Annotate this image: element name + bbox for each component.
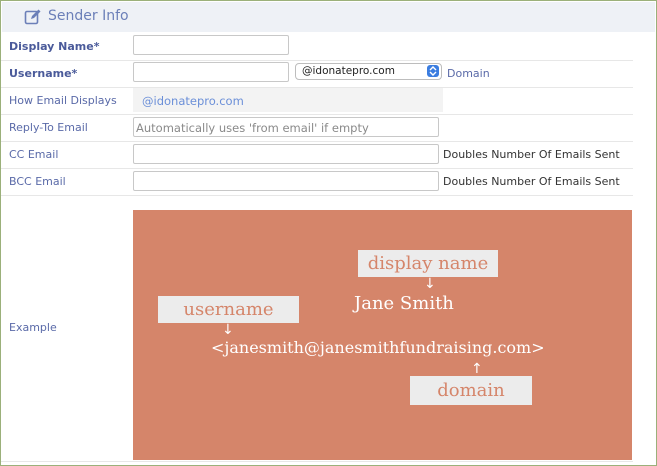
arrow-up-icon: ↑ — [471, 361, 483, 377]
username-input[interactable] — [133, 62, 289, 82]
example-graphic: display name ↓ Jane Smith username ↓ <ja… — [133, 210, 632, 460]
bcc-label: BCC Email — [9, 175, 66, 188]
domain-tag: domain — [410, 376, 532, 405]
panel-title: Sender Info — [48, 8, 129, 24]
bcc-input[interactable] — [133, 171, 439, 191]
email-display-value: @idonatepro.com — [142, 94, 244, 108]
example-address: <janesmith@janesmithfundraising.com> — [211, 338, 545, 357]
cc-note: Doubles Number Of Emails Sent — [443, 148, 620, 161]
domain-select-value: @idonatepro.com — [302, 65, 395, 77]
domain-link[interactable]: Domain — [447, 67, 490, 80]
username-row: Username* @idonatepro.com Domain — [1, 60, 633, 88]
cc-row: CC Email Doubles Number Of Emails Sent — [1, 141, 633, 169]
cc-input[interactable] — [133, 144, 439, 164]
arrow-down-icon: ↓ — [222, 322, 234, 338]
how-email-displays-label: How Email Displays — [9, 94, 117, 107]
username-tag: username — [158, 296, 299, 323]
select-arrows-icon — [427, 65, 439, 77]
username-label: Username* — [9, 67, 78, 80]
cc-label: CC Email — [9, 148, 59, 161]
bcc-note: Doubles Number Of Emails Sent — [443, 175, 620, 188]
reply-to-input[interactable]: Automatically uses 'from email' if empty — [133, 117, 439, 137]
panel-header: Sender Info — [2, 2, 655, 32]
reply-to-label: Reply-To Email — [9, 121, 88, 134]
bcc-row: BCC Email Doubles Number Of Emails Sent — [1, 168, 633, 196]
domain-select[interactable]: @idonatepro.com — [295, 63, 442, 80]
reply-to-placeholder: Automatically uses 'from email' if empty — [136, 121, 369, 135]
display-name-label: Display Name* — [9, 40, 100, 53]
edit-icon — [24, 8, 42, 26]
divider — [1, 461, 633, 462]
example-label: Example — [9, 321, 57, 334]
arrow-down-icon: ↓ — [424, 276, 436, 292]
reply-to-row: Reply-To Email Automatically uses 'from … — [1, 114, 633, 142]
display-name-tag: display name — [358, 250, 498, 277]
display-name-row: Display Name* — [1, 33, 633, 61]
how-email-displays-row: How Email Displays @idonatepro.com — [1, 87, 633, 115]
display-name-input[interactable] — [133, 35, 289, 55]
example-name: Jane Smith — [354, 293, 454, 314]
